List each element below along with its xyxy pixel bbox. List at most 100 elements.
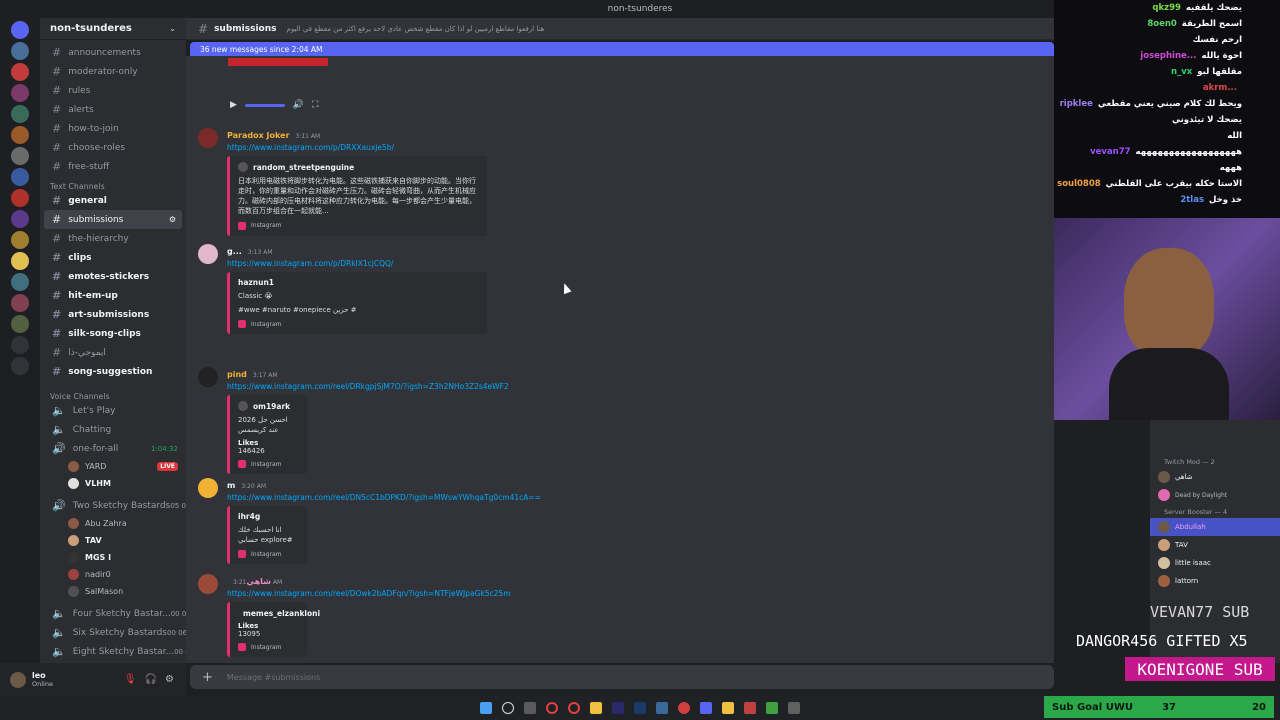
- task-view-icon[interactable]: [524, 702, 536, 714]
- gear-icon[interactable]: ⚙: [165, 674, 174, 685]
- new-messages-bar[interactable]: 36 new messages since 2:04 AM: [190, 42, 1054, 56]
- avatar[interactable]: [10, 671, 26, 688]
- fullscreen-icon[interactable]: ⛶: [312, 100, 318, 110]
- message-author[interactable]: m: [227, 481, 235, 490]
- server-icon[interactable]: [11, 252, 29, 270]
- server-icon[interactable]: [11, 84, 29, 102]
- message-author[interactable]: Paradox Joker: [227, 131, 290, 140]
- message[interactable]: pind 3:17 AM https://www.instagram.com/re…: [198, 367, 1038, 475]
- photoshop-icon[interactable]: [634, 702, 646, 714]
- instagram-embed[interactable]: ihr4g انا احسبك خلك حسابي explore# Insta…: [227, 506, 307, 565]
- member[interactable]: Abdullah: [1150, 518, 1280, 536]
- instagram-embed[interactable]: random_streetpenguine 日本利用电磁铁将脚步转化为电能。这些…: [227, 156, 487, 236]
- server-icon[interactable]: [11, 231, 29, 249]
- instagram-embed[interactable]: memes_elzankloni Likes 13095 Instagram: [227, 602, 320, 657]
- settings-gear-icon[interactable]: ⚙: [169, 215, 176, 224]
- member[interactable]: little isaac: [1150, 554, 1280, 572]
- server-icon[interactable]: [11, 42, 29, 60]
- voice-channel-lets-play[interactable]: 🔈 Let's Play: [40, 401, 186, 420]
- opera-gx-icon[interactable]: [568, 702, 580, 714]
- channel-art-submissions[interactable]: # art-submissions: [40, 305, 186, 324]
- add-server-icon[interactable]: [11, 336, 29, 354]
- steam-icon[interactable]: [656, 702, 668, 714]
- deafen-icon[interactable]: 🎧: [145, 674, 157, 685]
- voice-user[interactable]: SalMason: [40, 583, 186, 600]
- chrome-icon[interactable]: [678, 702, 690, 714]
- voice-channel-one-for-all[interactable]: 🔊 one-for-all 1:04:32: [40, 439, 186, 458]
- message-link[interactable]: https://www.instagram.com/reel/DRkgpjSjM…: [227, 382, 1038, 391]
- member[interactable]: TAV: [1150, 536, 1280, 554]
- channel-general[interactable]: # general: [40, 191, 186, 210]
- channel-alerts[interactable]: # alerts: [40, 100, 186, 119]
- message[interactable]: m 3:20 AM https://www.instagram.com/reel/…: [198, 478, 1038, 565]
- message[interactable]: g... 3:13 AM https://www.instagram.com/p/…: [198, 244, 1038, 335]
- channel-how-to-join[interactable]: # how-to-join: [40, 119, 186, 138]
- channel-announcements[interactable]: # announcements: [40, 43, 186, 62]
- voice-user[interactable]: VLHM: [40, 475, 186, 492]
- server-icon[interactable]: [11, 189, 29, 207]
- member[interactable]: Dead by Daylight: [1150, 486, 1280, 504]
- embed-author[interactable]: random_streetpenguine: [238, 162, 479, 172]
- category-text-channels[interactable]: Text Channels: [40, 176, 186, 191]
- server-icon[interactable]: [11, 273, 29, 291]
- instagram-embed[interactable]: haznun1 Classic 😭 #wwe #naruto #onepiece…: [227, 272, 487, 335]
- message-link[interactable]: https://www.instagram.com/p/DRkIX1cjCQQ/: [227, 259, 1038, 268]
- message-author[interactable]: g...: [227, 247, 242, 256]
- voice-user[interactable]: Abu Zahra: [40, 515, 186, 532]
- message-link[interactable]: https://www.instagram.com/p/DRXXauxje5b/: [227, 143, 1038, 152]
- server-icon[interactable]: [11, 126, 29, 144]
- category-voice-channels[interactable]: Voice Channels: [40, 381, 186, 401]
- search-icon[interactable]: [502, 702, 514, 714]
- server-header[interactable]: non-tsunderes ⌄: [40, 18, 186, 40]
- chevron-down-icon[interactable]: ⌄: [169, 24, 176, 33]
- channel-rules[interactable]: # rules: [40, 81, 186, 100]
- premiere-icon[interactable]: [612, 702, 624, 714]
- message-author[interactable]: شاهي: [246, 577, 271, 586]
- voice-user[interactable]: YARD LIVE: [40, 458, 186, 475]
- channel-clips[interactable]: # clips: [40, 248, 186, 267]
- server-icon[interactable]: [11, 21, 29, 39]
- channel-free-stuff[interactable]: # free-stuff: [40, 157, 186, 176]
- avatar[interactable]: [198, 128, 218, 148]
- channel-submissions[interactable]: # submissions ⚙: [44, 210, 182, 229]
- instagram-embed[interactable]: om19ark 2026 احسن حل عند كريسمس Likes 14…: [227, 395, 307, 475]
- message-link[interactable]: https://www.instagram.com/reel/DN5cC1bDP…: [227, 493, 1038, 502]
- app-icon[interactable]: [788, 702, 800, 714]
- embed-author[interactable]: ihr4g: [238, 512, 299, 521]
- channel-the-hierarchy[interactable]: # the-hierarchy: [40, 229, 186, 248]
- voice-user[interactable]: nadir0: [40, 566, 186, 583]
- notes-icon[interactable]: [722, 702, 734, 714]
- channel-silk-song-clips[interactable]: # silk-song-clips: [40, 324, 186, 343]
- message-author[interactable]: pind: [227, 370, 247, 379]
- avatar[interactable]: [198, 478, 218, 498]
- server-icon[interactable]: [11, 210, 29, 228]
- embed-author[interactable]: memes_elzankloni: [238, 608, 320, 618]
- embed-author[interactable]: om19ark: [238, 401, 299, 411]
- voice-channel-two-sketchy[interactable]: 🔊Two Sketchy Bastards05 02: [40, 496, 186, 515]
- avatar[interactable]: [198, 244, 218, 264]
- server-icon[interactable]: [11, 168, 29, 186]
- windows-start-icon[interactable]: [480, 702, 492, 714]
- member[interactable]: شاهي: [1150, 468, 1280, 486]
- volume-icon[interactable]: 🔊: [293, 100, 304, 110]
- app-icon[interactable]: [744, 702, 756, 714]
- discord-icon[interactable]: [700, 702, 712, 714]
- server-icon[interactable]: [11, 147, 29, 165]
- message[interactable]: شاهي3:21 AM https://www.instagram.com/re…: [198, 574, 1038, 657]
- volume-slider[interactable]: [244, 103, 285, 107]
- channel-hit-em-up[interactable]: # hit-em-up: [40, 286, 186, 305]
- embed-author[interactable]: haznun1: [238, 278, 479, 287]
- voice-user[interactable]: TAV: [40, 532, 186, 549]
- server-icon[interactable]: [11, 294, 29, 312]
- voice-channel-four-sketchy[interactable]: 🔈Four Sketchy Bastar...00 04: [40, 604, 186, 623]
- voice-channel-six-sketchy[interactable]: 🔈 Six Sketchy Bastards 00 06: [40, 623, 186, 642]
- message[interactable]: Paradox Joker 3:11 AM https://www.instagr…: [198, 128, 1038, 236]
- plus-icon[interactable]: +: [202, 670, 213, 685]
- opera-icon[interactable]: [546, 702, 558, 714]
- channel-song-suggestion[interactable]: # song-suggestion: [40, 362, 186, 381]
- file-explorer-icon[interactable]: [590, 702, 602, 714]
- voice-user[interactable]: MGS I: [40, 549, 186, 566]
- server-icon[interactable]: [11, 315, 29, 333]
- discover-icon[interactable]: [11, 357, 29, 375]
- avatar[interactable]: [198, 367, 218, 387]
